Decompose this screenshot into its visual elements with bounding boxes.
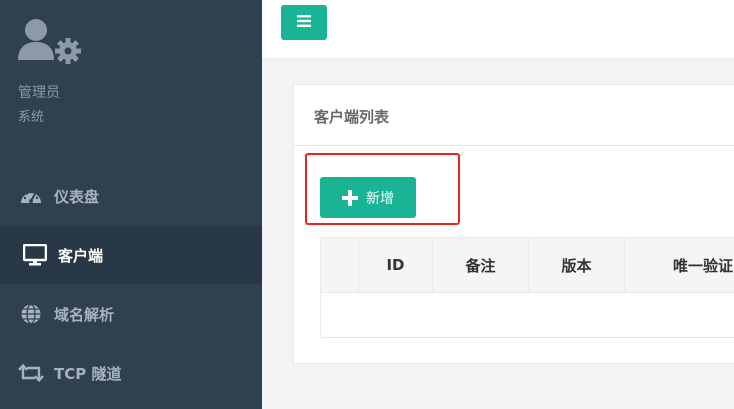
sidebar: 管理员 系统 仪表盘 客户端 域名解析 TCP 隧道 [0,0,262,409]
table-header: ID 备注 版本 唯一验证 [321,238,734,293]
globe-icon [18,303,44,325]
add-client-button[interactable]: 新增 [320,177,416,218]
sidebar-item-label: 域名解析 [54,305,115,324]
sidebar-item-dashboard[interactable]: 仪表盘 [0,167,262,225]
sidebar-item-label: 仪表盘 [54,187,100,206]
sidebar-item-tcp-tunnel[interactable]: TCP 隧道 [0,344,262,402]
user-role: 系统 [18,110,45,125]
monitor-icon [22,244,48,266]
user-profile: 管理员 系统 [18,18,82,125]
add-button-label: 新增 [366,189,394,206]
dashboard-icon [18,185,44,207]
user-name[interactable]: 管理员 [18,82,60,102]
client-table: ID 备注 版本 唯一验证 [320,237,734,338]
column-header-checkbox[interactable] [321,238,359,292]
retweet-icon [18,362,44,384]
top-navbar [262,0,734,59]
column-header-remark[interactable]: 备注 [433,238,529,292]
user-settings-icon[interactable] [18,18,82,70]
sidebar-item-label: TCP 隧道 [54,364,122,383]
column-header-unique-key[interactable]: 唯一验证 [625,238,734,292]
panel-title: 客户端列表 [314,108,390,126]
sidebar-item-dns[interactable]: 域名解析 [0,285,262,343]
plus-icon [342,189,358,206]
hamburger-icon [297,15,311,30]
sidebar-item-label: 客户端 [58,246,104,265]
menu-toggle-button[interactable] [281,5,327,40]
sidebar-item-clients[interactable]: 客户端 [0,226,262,284]
panel-header: 客户端列表 [294,85,734,146]
column-header-id[interactable]: ID [359,238,433,292]
column-header-version[interactable]: 版本 [529,238,625,292]
